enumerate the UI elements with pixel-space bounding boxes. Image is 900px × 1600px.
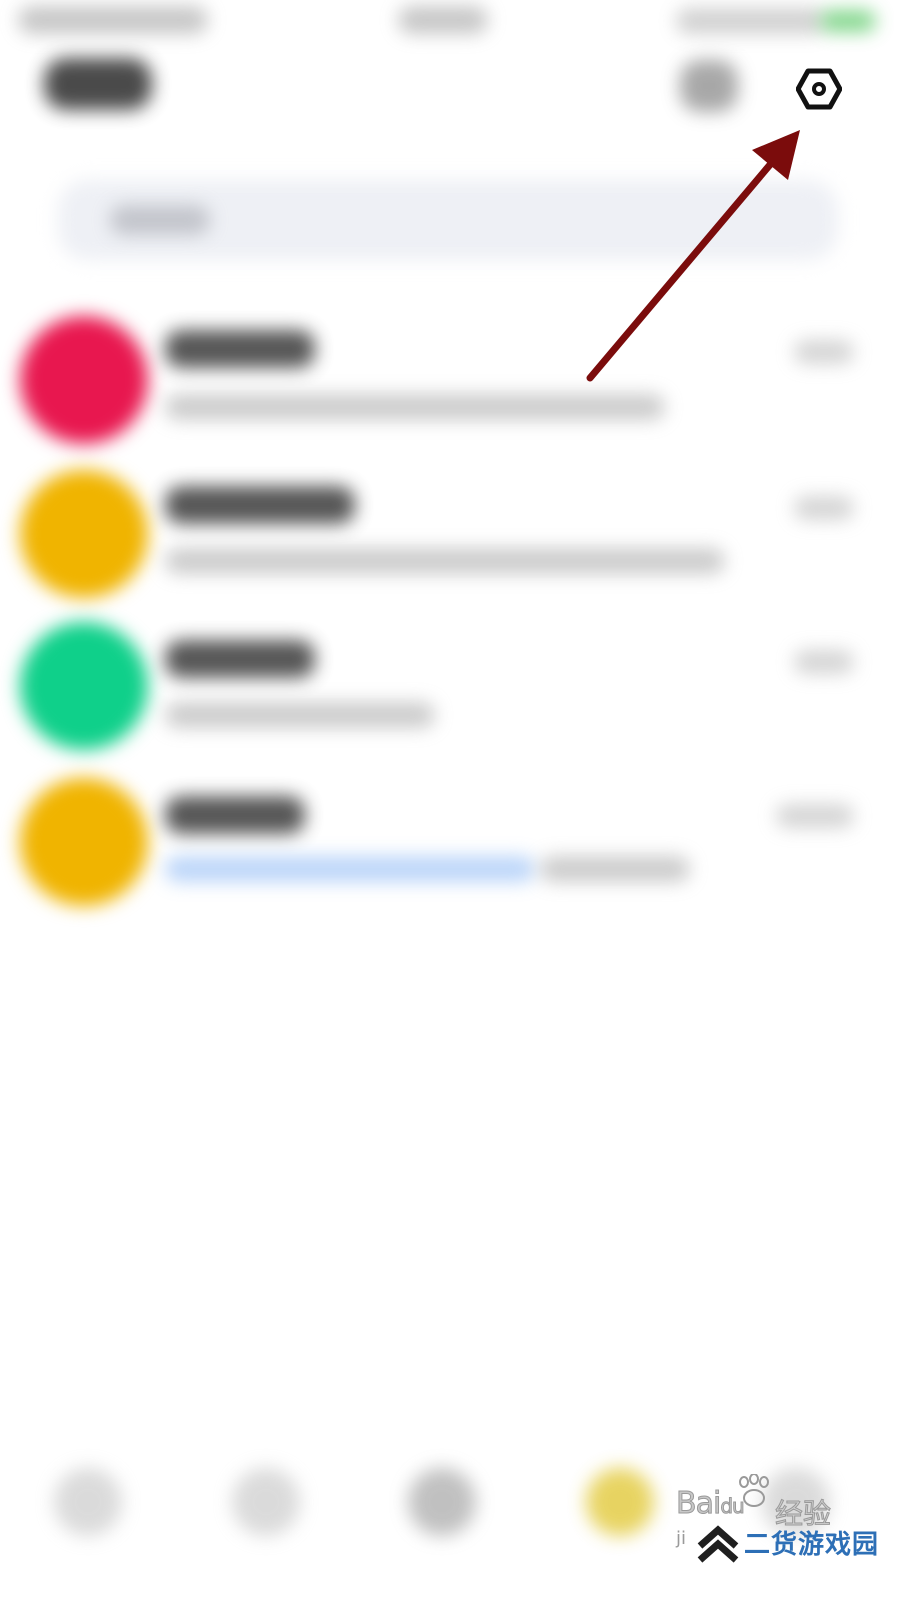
baidu-paw-icon [739, 1474, 769, 1507]
baidu-watermark: Baidu [675, 1486, 745, 1522]
site-watermark: 二货游戏园 [744, 1530, 880, 1560]
annotation-arrow [586, 130, 800, 382]
site-logo-icon [697, 1525, 739, 1563]
watermark-small-text: ji [676, 1528, 687, 1549]
